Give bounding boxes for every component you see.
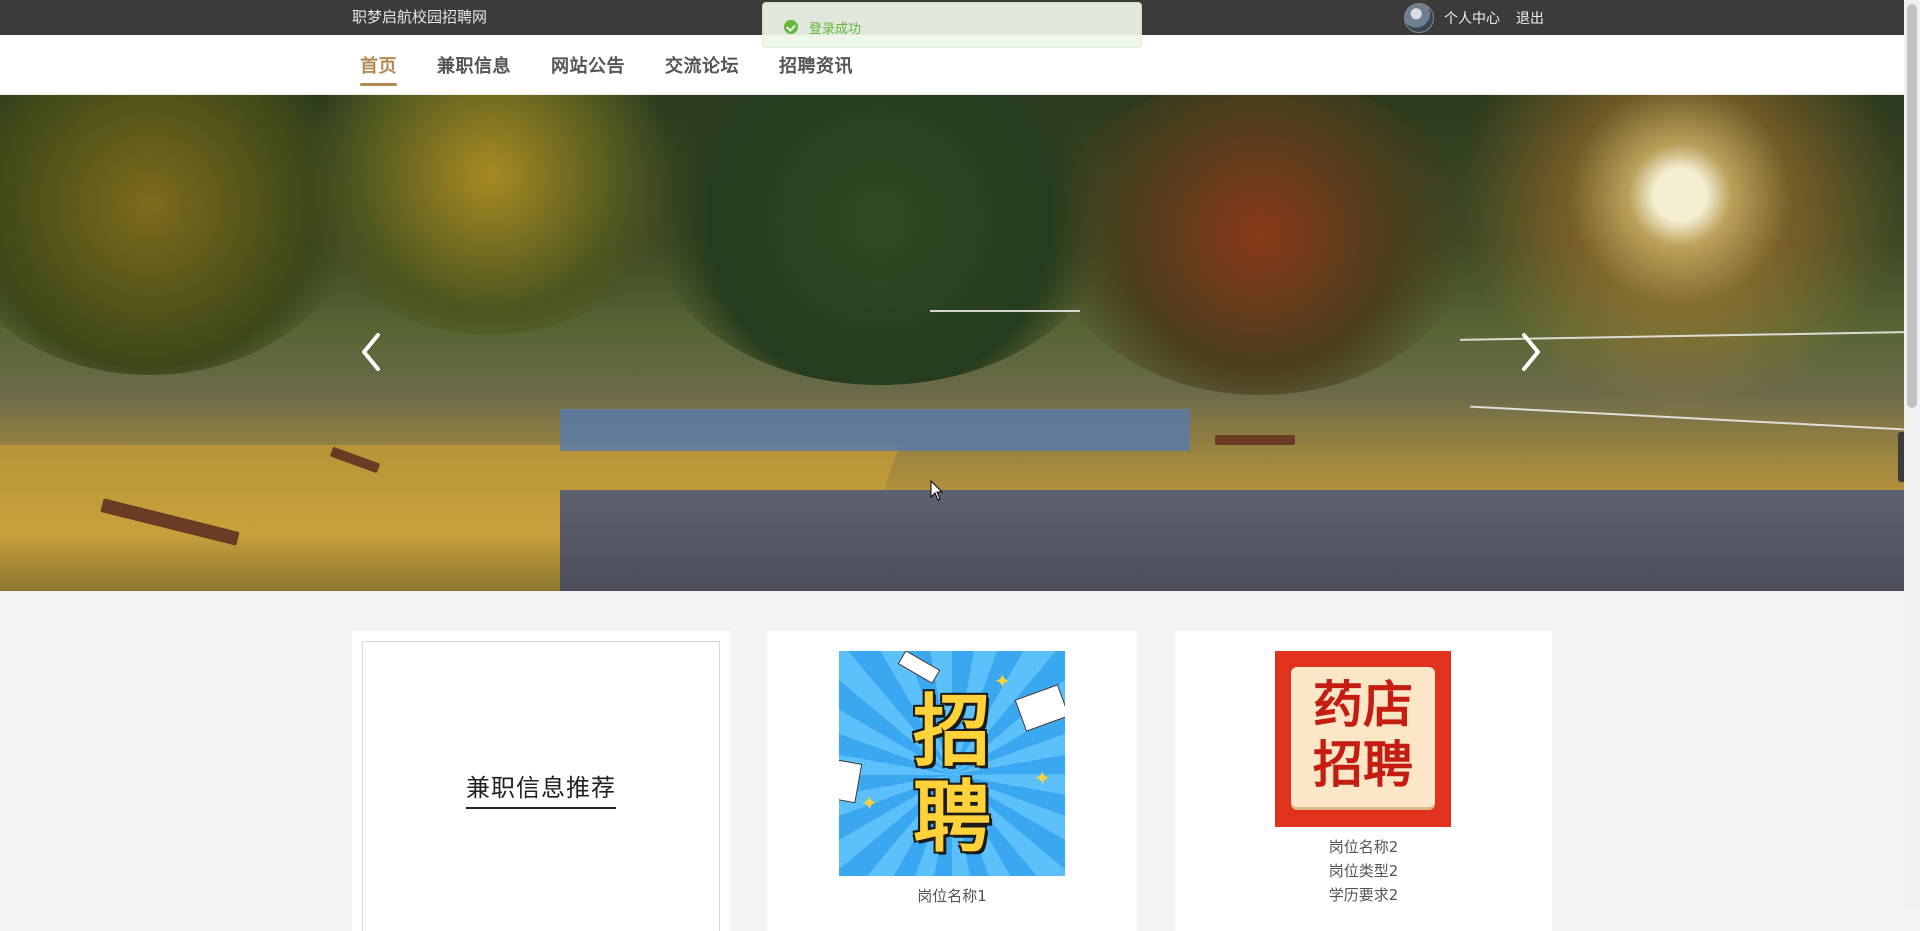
login-success-toast: 登录成功 — [762, 2, 1142, 48]
banner-tree — [650, 95, 1110, 385]
banner-carousel[interactable] — [0, 95, 1904, 591]
carousel-next-button[interactable] — [1510, 327, 1550, 377]
nav-item-forum[interactable]: 交流论坛 — [665, 52, 739, 84]
banner-court — [560, 490, 1904, 591]
job-type: 岗位类型2 — [1328, 862, 1399, 880]
recommend-frame: 兼职信息推荐 — [362, 641, 720, 931]
nav-item-home[interactable]: 首页 — [360, 52, 397, 86]
chevron-left-icon — [362, 333, 380, 371]
user-area: 个人中心 退出 — [1404, 1, 1544, 34]
job-name: 岗位名称2 — [1328, 838, 1399, 856]
user-center-link[interactable]: 个人中心 — [1444, 8, 1500, 28]
recommend-card: 兼职信息推荐 — [352, 631, 730, 931]
banner-tree — [1050, 95, 1470, 395]
toast-message: 登录成功 — [809, 22, 862, 37]
nav-item-recruit-news[interactable]: 招聘资讯 — [779, 52, 853, 84]
job-image[interactable]: 药店 招聘 — [1275, 651, 1451, 827]
job-image-char: 聘 — [912, 773, 991, 863]
job-image-text: 药店 — [1313, 675, 1413, 734]
carousel-prev-button[interactable] — [352, 327, 392, 377]
sun-glow — [1420, 95, 1904, 455]
chevron-right-icon — [1522, 333, 1540, 371]
nav-item-announcements[interactable]: 网站公告 — [551, 52, 625, 84]
avatar[interactable] — [1404, 2, 1434, 33]
banner-bench — [1215, 435, 1295, 445]
nav-item-part-time[interactable]: 兼职信息 — [437, 52, 511, 84]
job-image[interactable]: ✦ ✦ ✦ 招 聘 — [839, 651, 1065, 876]
job-image-text: 招聘 — [1313, 735, 1413, 794]
job-name: 岗位名称1 — [917, 887, 987, 905]
logout-link[interactable]: 退出 — [1516, 8, 1544, 28]
scrollbar-thumb[interactable] — [1907, 4, 1917, 408]
banner-fence — [560, 409, 1190, 451]
mouse-cursor-icon — [930, 480, 944, 501]
job-education: 学历要求2 — [1328, 886, 1399, 904]
banner-net — [930, 310, 1080, 312]
page-scrollbar[interactable] — [1904, 0, 1920, 906]
job-card[interactable]: 药店 招聘 岗位名称2 岗位类型2 学历要求2 — [1175, 631, 1552, 931]
recommend-title: 兼职信息推荐 — [363, 768, 719, 809]
check-circle-icon — [784, 20, 798, 34]
nav-items: 首页 兼职信息 网站公告 交流论坛 招聘资讯 — [360, 52, 853, 86]
banner-tree — [300, 95, 680, 335]
recommend-title-text: 兼职信息推荐 — [466, 768, 616, 809]
job-card[interactable]: ✦ ✦ ✦ 招 聘 岗位名称1 — [767, 631, 1137, 931]
site-title: 职梦启航校园招聘网 — [352, 8, 488, 26]
